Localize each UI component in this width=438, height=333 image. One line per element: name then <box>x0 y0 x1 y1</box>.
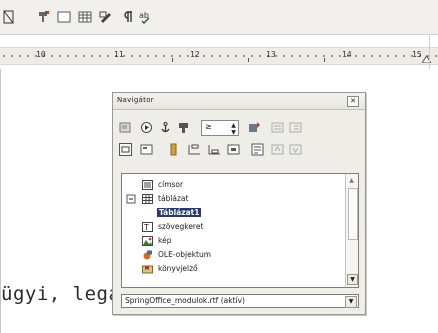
tree-scrollbar[interactable]: ▲ ▼ <box>345 174 358 287</box>
navigation-icon[interactable] <box>119 121 132 134</box>
ruler-number: 10 <box>36 50 46 59</box>
nonprinting-characters-icon[interactable] <box>120 9 136 25</box>
tree-item-headings[interactable]: címsor <box>158 180 183 191</box>
borders-icon[interactable] <box>2 9 18 25</box>
close-button[interactable]: ✕ <box>347 96 359 107</box>
bookmark-icon <box>142 265 153 274</box>
spinner-arrows[interactable]: ▲▼ <box>230 122 237 136</box>
tree-item-tables[interactable]: táblázat <box>158 194 188 205</box>
ole-object-icon <box>143 250 152 260</box>
tree-item-label: OLE-objektum <box>158 250 212 259</box>
format-paintbrush-icon[interactable] <box>36 9 52 25</box>
ruler-tick <box>248 58 249 62</box>
ruler-tick <box>324 58 325 62</box>
document-select[interactable]: SpringOffice_modulok.rtf (aktív) ▼ <box>121 294 359 308</box>
document-select-value: SpringOffice_modulok.rtf (aktív) <box>125 296 245 305</box>
list-box-toggle-icon[interactable] <box>248 121 261 134</box>
svg-text:T: T <box>143 223 149 232</box>
move-chapter-down-icon[interactable] <box>289 143 302 156</box>
anchor-icon[interactable] <box>159 121 172 134</box>
footer-icon[interactable] <box>208 143 221 156</box>
ruler-number: 11 <box>114 50 124 59</box>
ruler-number: 14 <box>342 50 352 59</box>
image-icon <box>142 236 153 246</box>
tree-item-text-frames[interactable]: szövegkeret <box>158 222 203 233</box>
collapse-icon[interactable] <box>126 194 137 204</box>
ruler-number: 15 <box>412 50 422 59</box>
tree-item-label: könyvjelző <box>158 264 198 273</box>
promote-level-icon[interactable] <box>271 121 284 134</box>
set-reminder-icon[interactable] <box>167 143 180 156</box>
frame-icon[interactable] <box>56 9 72 25</box>
scrollbar-thumb[interactable] <box>348 188 358 240</box>
insert-table-icon[interactable] <box>77 9 93 25</box>
ruler-tick <box>172 58 173 62</box>
move-chapter-up-icon[interactable] <box>271 143 284 156</box>
spellcheck-icon[interactable]: ab <box>138 9 154 25</box>
drag-mode-icon[interactable] <box>177 121 190 134</box>
tree-item-images[interactable]: kép <box>158 236 171 247</box>
dropdown-arrow-icon[interactable]: ▼ <box>345 296 357 308</box>
tree-item-ole-objects[interactable]: OLE-objektum <box>158 250 211 261</box>
ruler-marks <box>0 55 438 57</box>
tree-item-label: kép <box>158 236 172 245</box>
demote-level-icon[interactable] <box>289 121 302 134</box>
tree-item-bookmarks[interactable]: könyvjelző <box>158 264 198 273</box>
scroll-up-button[interactable]: ▲ <box>347 176 356 185</box>
anchor-to-text-icon[interactable] <box>227 143 240 156</box>
page-number-spinner[interactable]: ≥ ▲▼ <box>201 120 239 136</box>
horizontal-ruler[interactable]: 10 11 12 13 14 15 <box>0 35 438 68</box>
spinner-value: ≥ <box>205 122 212 131</box>
content-view-icon[interactable] <box>140 143 153 156</box>
toggle-master-view-icon[interactable] <box>119 143 132 156</box>
header-icon[interactable] <box>188 143 201 156</box>
formatting-toolbar: ab <box>0 0 438 35</box>
drop-mode-icon[interactable] <box>251 143 264 156</box>
text-frame-icon: T <box>142 222 153 232</box>
tree-item-label: táblázat <box>158 194 189 203</box>
tree-item-label: szövegkeret <box>158 222 204 231</box>
tree-item-label: címsor <box>158 180 184 189</box>
table-icon <box>142 194 153 204</box>
scroll-down-button[interactable]: ▼ <box>347 274 358 285</box>
draw-functions-icon[interactable] <box>98 9 114 25</box>
navigator-tree[interactable]: címsor táblázat Táblázat1 T szövegkeret <box>121 173 359 288</box>
ruler-number: 13 <box>266 50 276 59</box>
ruler-number: 12 <box>190 50 200 59</box>
ruler-strip: 10 11 12 13 14 15 <box>0 47 438 65</box>
heading-icon <box>142 180 153 190</box>
navigator-window: Navigátor ✕ ≥ ▲▼ címsor táblázat Tábláza… <box>112 92 366 315</box>
navigator-titlebar[interactable]: Navigátor ✕ <box>113 93 365 110</box>
navigator-title: Navigátor <box>117 96 154 104</box>
next-object-icon[interactable] <box>140 121 153 134</box>
tree-item-table1[interactable]: Táblázat1 <box>157 208 202 219</box>
tree-item-label: Táblázat1 <box>157 208 202 217</box>
